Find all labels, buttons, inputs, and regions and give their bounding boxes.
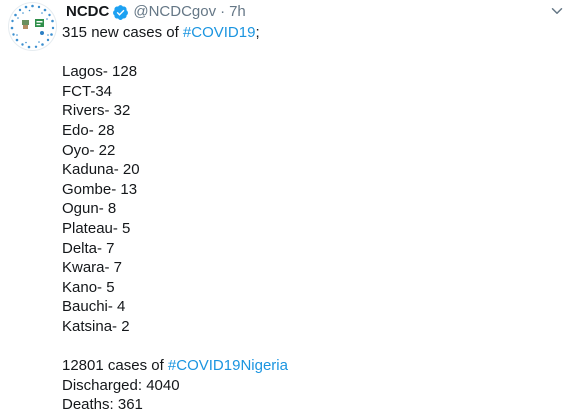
- state-line: Ogun- 8: [62, 200, 117, 218]
- state-line: Lagos- 128: [62, 63, 138, 81]
- state-line: Gombe- 13: [62, 180, 138, 198]
- state-line: Kaduna- 20: [62, 161, 140, 179]
- total-line: 12801 cases of #COVID19Nigeria: [62, 356, 288, 376]
- hashtag-covid19[interactable]: #COVID19: [183, 24, 256, 41]
- state-line: Delta- 7: [62, 239, 115, 257]
- discharged-line: Discharged: 4040: [62, 376, 180, 394]
- ncdc-logo-icon: [9, 3, 56, 50]
- user-handle[interactable]: @NCDCgov: [133, 2, 216, 22]
- intro-prefix: 315 new cases of: [62, 24, 183, 41]
- chevron-down-icon[interactable]: [548, 2, 566, 20]
- state-line: Plateau- 5: [62, 219, 131, 237]
- deaths-line: Deaths: 361: [62, 396, 143, 414]
- state-line: Kwara- 7: [62, 259, 123, 277]
- state-line: Edo- 28: [62, 121, 115, 139]
- state-line: Oyo- 22: [62, 141, 116, 159]
- state-line: FCT-34: [62, 82, 113, 100]
- header-separator: ·: [220, 3, 226, 20]
- state-line: Bauchi- 4: [62, 298, 126, 316]
- tweet-header: NCDC @NCDCgov · 7h: [66, 2, 246, 22]
- state-line: Katsina- 2: [62, 317, 130, 335]
- display-name[interactable]: NCDC: [66, 2, 109, 22]
- state-line: Rivers- 32: [62, 102, 131, 120]
- total-prefix: 12801 cases of: [62, 357, 168, 375]
- state-line: Kano- 5: [62, 278, 115, 296]
- verified-badge-icon: [112, 4, 129, 21]
- hashtag-covid19nigeria[interactable]: #COVID19Nigeria: [168, 357, 288, 374]
- timestamp[interactable]: 7h: [229, 2, 246, 22]
- intro-line: 315 new cases of #COVID19;: [62, 23, 288, 43]
- tweet: NCDC @NCDCgov · 7h 315 new cases of #COV…: [0, 0, 574, 413]
- intro-suffix: ;: [255, 24, 260, 41]
- avatar[interactable]: [8, 2, 57, 51]
- tweet-text: 315 new cases of #COVID19; Lagos- 128 FC…: [62, 23, 288, 415]
